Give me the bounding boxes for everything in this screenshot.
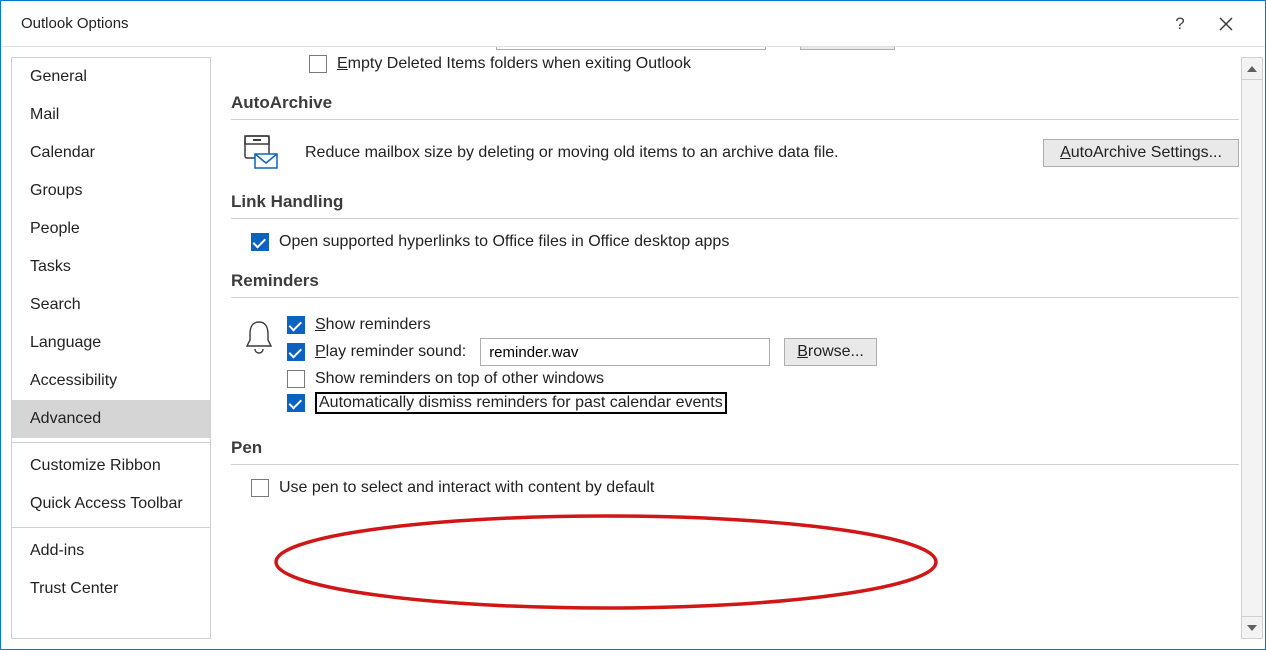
sidebar-item-people[interactable]: People (12, 210, 210, 248)
sidebar-item-mail[interactable]: Mail (12, 96, 210, 134)
sidebar-item-language[interactable]: Language (12, 324, 210, 362)
reminder-sound-field[interactable] (480, 338, 770, 366)
sidebar-separator (12, 442, 210, 443)
reminders-ontop-option[interactable]: Show reminders on top of other windows (287, 370, 1239, 388)
main-pane: Start Outlook in this folder: Outlook To… (221, 47, 1265, 649)
open-links-label: Open supported hyperlinks to Office file… (279, 233, 729, 251)
play-sound-label: Play reminder sound: (315, 343, 466, 361)
sidebar-item-customize-ribbon[interactable]: Customize Ribbon (12, 447, 210, 485)
outlook-start-row: Start Outlook in this folder: Outlook To… (231, 47, 1239, 51)
scroll-down-button[interactable] (1242, 616, 1262, 638)
autoarchive-row: Reduce mailbox size by deleting or movin… (231, 134, 1239, 172)
checkbox-reminders-ontop[interactable] (287, 370, 305, 388)
reminders-head: Reminders (231, 271, 1239, 291)
help-button[interactable]: ? (1157, 1, 1203, 47)
autoarchive-settings-button[interactable]: AutoArchive Settings... (1043, 139, 1239, 167)
start-folder-field[interactable]: Outlook Today (496, 47, 766, 50)
checkbox-open-links[interactable] (251, 233, 269, 251)
open-links-option[interactable]: Open supported hyperlinks to Office file… (251, 233, 1239, 251)
chevron-down-icon (1247, 625, 1257, 631)
play-sound-option[interactable]: Play reminder sound: Browse... (287, 338, 1239, 366)
reminders-ontop-label: Show reminders on top of other windows (315, 370, 604, 388)
checkbox-play-sound[interactable] (287, 343, 305, 361)
sidebar-item-groups[interactable]: Groups (12, 172, 210, 210)
window-title: Outlook Options (21, 15, 129, 32)
autoarchive-head: AutoArchive (231, 93, 1239, 113)
show-reminders-label: Show reminders (315, 316, 431, 334)
sidebar-item-general[interactable]: General (12, 58, 210, 96)
pen-head: Pen (231, 438, 1239, 458)
linkhandling-head: Link Handling (231, 192, 1239, 212)
auto-dismiss-label: Automatically dismiss reminders for past… (315, 392, 727, 414)
sidebar-item-quick-access-toolbar[interactable]: Quick Access Toolbar (12, 485, 210, 523)
chevron-up-icon (1247, 66, 1257, 72)
empty-deleted-label: Empty Deleted Items folders when exiting… (337, 55, 691, 73)
sidebar-item-tasks[interactable]: Tasks (12, 248, 210, 286)
annotation-ellipse (261, 507, 951, 617)
sidebar-item-search[interactable]: Search (12, 286, 210, 324)
sidebar-item-add-ins[interactable]: Add-ins (12, 532, 210, 570)
sidebar: General Mail Calendar Groups People Task… (11, 57, 211, 639)
empty-deleted-option[interactable]: Empty Deleted Items folders when exiting… (309, 55, 1239, 73)
start-folder-browse-button[interactable]: Browse... (800, 47, 895, 50)
checkbox-auto-dismiss[interactable] (287, 394, 305, 412)
outlook-start-icon (231, 47, 287, 51)
sidebar-separator (12, 527, 210, 528)
sidebar-item-calendar[interactable]: Calendar (12, 134, 210, 172)
sidebar-item-advanced[interactable]: Advanced (12, 400, 210, 438)
reminder-sound-browse-button[interactable]: Browse... (784, 338, 877, 366)
bell-icon (231, 318, 287, 356)
checkbox-use-pen[interactable] (251, 479, 269, 497)
checkbox-empty-deleted[interactable] (309, 55, 327, 73)
close-icon (1219, 17, 1233, 31)
sidebar-item-accessibility[interactable]: Accessibility (12, 362, 210, 400)
checkbox-show-reminders[interactable] (287, 316, 305, 334)
scroll-up-button[interactable] (1242, 58, 1262, 80)
auto-dismiss-option[interactable]: Automatically dismiss reminders for past… (287, 392, 1239, 414)
show-reminders-option[interactable]: Show reminders (287, 316, 1239, 334)
sidebar-item-trust-center[interactable]: Trust Center (12, 570, 210, 608)
archive-icon (231, 134, 287, 172)
use-pen-label: Use pen to select and interact with cont… (279, 479, 654, 497)
autoarchive-desc: Reduce mailbox size by deleting or movin… (305, 144, 839, 162)
title-bar: Outlook Options ? (1, 1, 1265, 47)
close-button[interactable] (1203, 1, 1249, 47)
use-pen-option[interactable]: Use pen to select and interact with cont… (251, 479, 1239, 497)
vertical-scrollbar[interactable] (1241, 57, 1263, 639)
